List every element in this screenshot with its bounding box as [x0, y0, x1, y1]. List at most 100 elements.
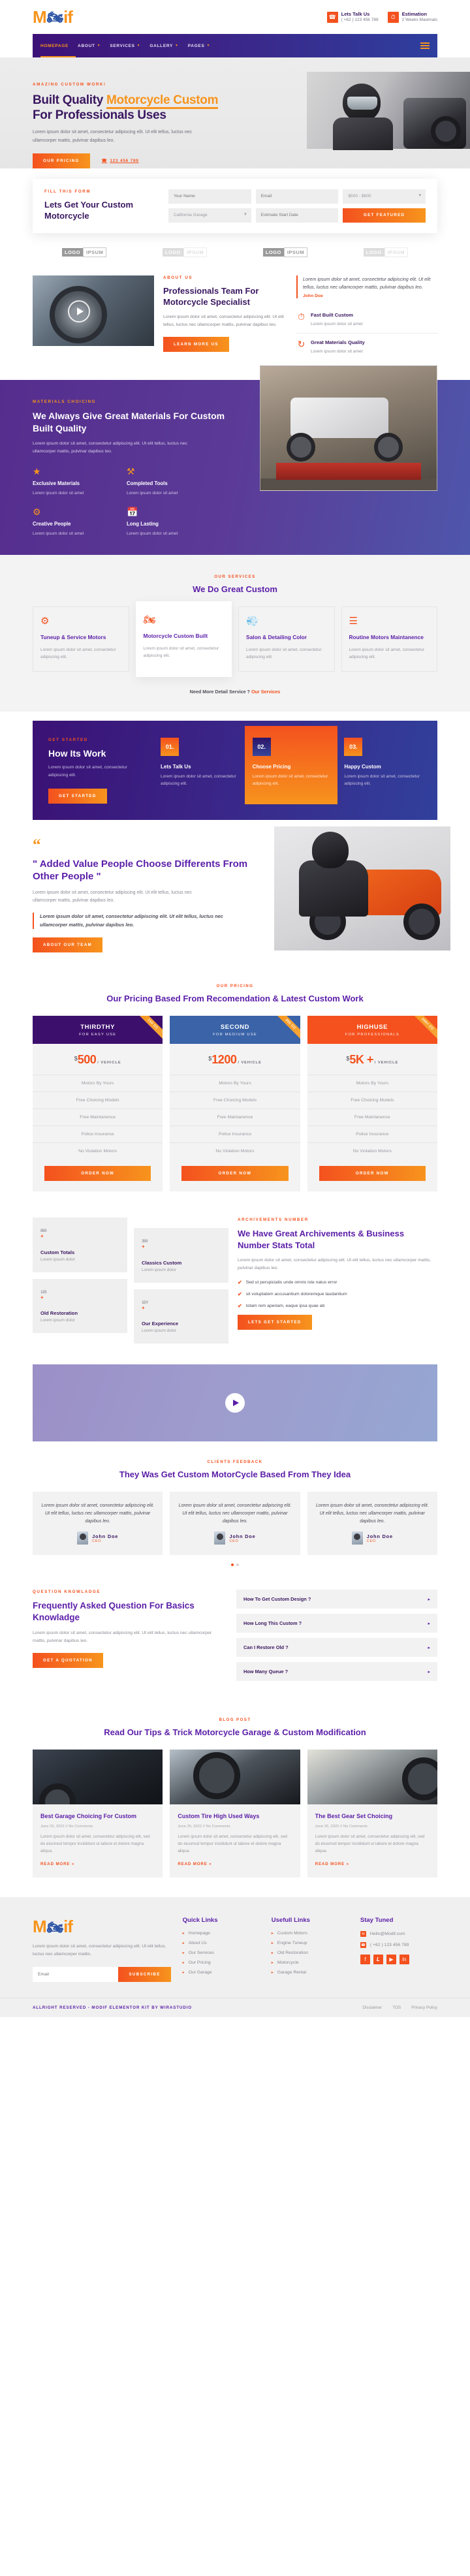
faq-item[interactable]: How Many Queue ? ▸ — [236, 1662, 437, 1682]
legal-link-privacy[interactable]: Privacy Policy — [411, 2005, 437, 2010]
carousel-dot[interactable] — [231, 1563, 234, 1567]
services-eyebrow: OUR SERVICES — [214, 574, 256, 579]
read-more-link[interactable]: READ MORE » — [178, 1862, 212, 1866]
read-more-link[interactable]: READ MORE » — [40, 1862, 74, 1866]
caret-right-icon: ▸ — [428, 1645, 430, 1650]
garage-select[interactable]: California Garage — [168, 208, 251, 223]
get-started-button[interactable]: GET STARTED — [48, 789, 107, 804]
subscribe-button[interactable]: SUBSCRIBE — [118, 1966, 171, 1982]
footer-link-row[interactable]: ▸ About Us — [183, 1941, 260, 1945]
blog-card[interactable]: Best Garage Choicing For Custom June 25, … — [33, 1750, 163, 1878]
start-date-input[interactable] — [255, 208, 339, 223]
footer-link-row[interactable]: ▸ Garage Rental — [272, 1970, 349, 1975]
nav-item-pages[interactable]: PAGES ▼ — [188, 44, 210, 48]
service-card[interactable]: ⚙ Tuneup & Service Motors Lorem ipsum dolo… — [33, 606, 129, 672]
footer-link[interactable]: Our Pricing — [189, 1960, 211, 1965]
pricing-feature: Free Maintanence — [33, 1108, 163, 1125]
blog-card[interactable]: The Best Gear Set Choicing June 25, 2022 … — [307, 1750, 437, 1878]
newsletter-form: SUBSCRIBE — [33, 1966, 171, 1982]
stat-desc: Lorem ipsum dolor — [40, 1257, 75, 1262]
top-contact-estimation[interactable]: ⏱ Estimation 2 Weeks Maximals — [387, 11, 437, 23]
footer-link-row[interactable]: ▸ Homepage — [183, 1931, 260, 1936]
name-input[interactable] — [168, 189, 251, 204]
footer-link[interactable]: Custom Motors — [277, 1931, 307, 1936]
order-now-button[interactable]: ORDER NOW — [319, 1166, 426, 1182]
faq-item[interactable]: How To Get Custom Design ? ▸ — [236, 1590, 437, 1609]
caret-right-icon: ▸ — [182, 1951, 185, 1956]
about-our-team-button[interactable]: ABOUT OUR TEAM — [33, 937, 102, 953]
service-card[interactable]: 💨 Salon & Detailing Color Lorem ipsum dolo… — [238, 606, 335, 672]
services-more-link[interactable]: Our Services — [251, 689, 280, 695]
site-logo[interactable]: M 🏍 if — [33, 7, 73, 27]
footer-link[interactable]: Homepage — [189, 1931, 210, 1936]
blog-card[interactable]: Custom Tire High Used Ways June 25, 2022 … — [170, 1750, 300, 1878]
footer-link-row[interactable]: ▸ Old Restoration — [272, 1951, 349, 1955]
logo-item: LOGO IPSUM — [363, 247, 408, 257]
faq-item[interactable]: Can I Restore Old ? ▸ — [236, 1638, 437, 1657]
footer-link-row[interactable]: ▸ Our Pricing — [183, 1960, 260, 1965]
youtube-icon[interactable]: ▶ — [386, 1955, 396, 1965]
carousel-dot[interactable] — [236, 1563, 239, 1567]
nav-item-homepage[interactable]: HOMEPAGE — [40, 44, 69, 48]
phone-icon: ☎ — [326, 11, 338, 23]
facebook-icon[interactable]: f — [360, 1955, 370, 1965]
service-desc: Lorem ipsum dolor sit amet, consectetur … — [143, 646, 219, 658]
faq-item[interactable]: How Long This Custom ? ▸ — [236, 1614, 437, 1633]
footer-email-row[interactable]: ✉ Hello@Modif.com — [360, 1931, 437, 1938]
footer-link[interactable]: Old Restoration — [277, 1951, 308, 1955]
budget-select[interactable]: $500 - $600 — [343, 189, 426, 204]
caret-right-icon: ▸ — [271, 1961, 274, 1966]
footer-link[interactable]: Engine Tuneup — [277, 1941, 307, 1945]
service-card[interactable]: ☰ Routine Motors Maintanence Lorem ipsum d… — [341, 606, 437, 672]
order-now-button[interactable]: ORDER NOW — [44, 1166, 151, 1182]
footer-link[interactable]: Motorcycle — [277, 1960, 299, 1965]
lets-get-started-button[interactable]: LETS GET STARTED — [238, 1315, 312, 1330]
twitter-icon[interactable]: 𝑳 — [373, 1955, 383, 1965]
email-input[interactable] — [255, 189, 339, 204]
quote-mark-icon: “ — [33, 836, 41, 855]
testimonial-text: Lorem ipsum dolor sit amet, consectetur … — [178, 1503, 292, 1524]
nav-label: PAGES — [187, 43, 205, 48]
pricing-feature: No Violation Motors — [307, 1142, 437, 1159]
legal-links: Disclaimer TOS Privacy Policy — [362, 2005, 437, 2010]
materials-item-desc: Lorem ipsum dolor sit amet — [127, 531, 178, 536]
get-a-quotation-button[interactable]: GET A QUOTATION — [33, 1653, 103, 1669]
get-featured-button[interactable]: GET FEATURED — [343, 208, 426, 223]
linkedin-icon[interactable]: in — [399, 1955, 409, 1965]
footer-link[interactable]: Our Services — [189, 1951, 214, 1955]
footer-link-row[interactable]: ▸ Engine Tuneup — [272, 1941, 349, 1945]
materials-title: We Always Give Great Materials For Custo… — [33, 411, 225, 433]
read-more-link[interactable]: READ MORE » — [315, 1862, 349, 1866]
stat-number: 350 + — [142, 1239, 148, 1250]
hero-phone-link[interactable]: ☎ 123 456 789 — [102, 158, 139, 164]
footer-column-title: Usefull Links — [271, 1917, 310, 1924]
pricing-feature: Free Maintanence — [307, 1108, 437, 1125]
footer-link[interactable]: Our Garage — [189, 1970, 212, 1975]
order-now-button[interactable]: ORDER NOW — [181, 1166, 289, 1182]
newsletter-email-input[interactable] — [33, 1966, 119, 1982]
nav-item-about[interactable]: ABOUT ▼ — [78, 44, 101, 48]
play-icon[interactable] — [68, 300, 90, 322]
carousel-dots[interactable] — [33, 1563, 437, 1567]
footer-link-row[interactable]: ▸ Custom Motors — [272, 1931, 349, 1936]
nav-item-gallery[interactable]: GALLERY ▼ — [149, 44, 178, 48]
footer-logo[interactable]: M 🏍 if — [33, 1917, 171, 1937]
footer-link-row[interactable]: ▸ Our Services — [183, 1951, 260, 1955]
nav-item-services[interactable]: SERVICES ▼ — [110, 44, 140, 48]
footer-link-row[interactable]: ▸ Our Garage — [183, 1970, 260, 1975]
footer-link[interactable]: Garage Rental — [277, 1970, 306, 1975]
hamburger-icon[interactable] — [420, 42, 430, 50]
play-icon[interactable] — [225, 1393, 245, 1413]
footer-link-row[interactable]: ▸ Motorcycle — [272, 1960, 349, 1965]
top-contact-phone[interactable]: ☎ Lets Talk Us ( +62 ) 123 456 789 — [326, 11, 379, 23]
legal-link-disclaimer[interactable]: Disclaimer — [362, 2005, 382, 2010]
footer-link[interactable]: About Us — [189, 1941, 207, 1945]
pricing-amount: $500/ VEHICLE — [33, 1044, 163, 1075]
learn-more-button[interactable]: LEARN MORE US — [163, 336, 229, 352]
service-card[interactable]: 🏍 Motorcycle Custom Built Lorem ipsum dolo… — [135, 601, 232, 677]
legal-link-tos[interactable]: TOS — [392, 2005, 401, 2010]
footer-logo-part2: if — [63, 1917, 73, 1937]
materials-item-title: Creative People — [33, 521, 71, 527]
our-pricing-button[interactable]: OUR PRICING — [33, 153, 90, 168]
footer-phone-row[interactable]: ☎( +62 ) 123 456 789 — [360, 1942, 437, 1949]
